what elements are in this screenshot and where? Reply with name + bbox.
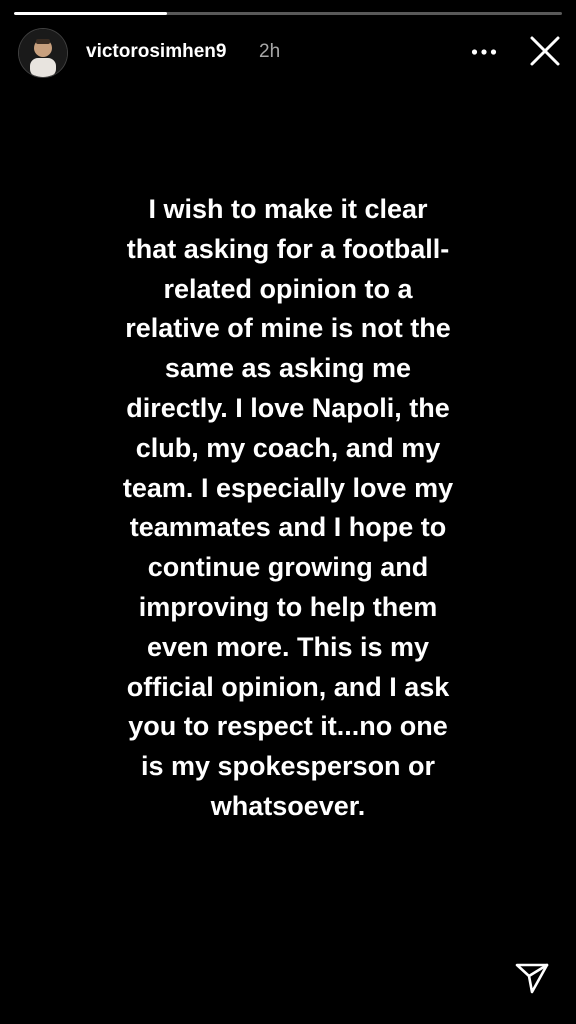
more-options-button[interactable] [464, 36, 504, 68]
avatar-image [19, 29, 67, 77]
timestamp: 2h [259, 41, 281, 62]
send-icon [515, 963, 549, 994]
username[interactable]: victorosimhen9 [86, 41, 226, 63]
story-text: I wish to make it clear that asking for … [122, 194, 454, 821]
close-icon [530, 36, 560, 66]
story-header: victorosimhen9 2h [0, 26, 576, 80]
story-progress-bar [14, 12, 562, 15]
more-horizontal-icon [471, 49, 497, 55]
story-progress-fill [14, 12, 168, 15]
avatar[interactable] [18, 28, 68, 78]
share-button[interactable] [510, 956, 554, 1000]
story-screen: victorosimhen9 2h I wish to make it clea… [0, 0, 576, 1024]
close-button[interactable] [524, 30, 566, 72]
